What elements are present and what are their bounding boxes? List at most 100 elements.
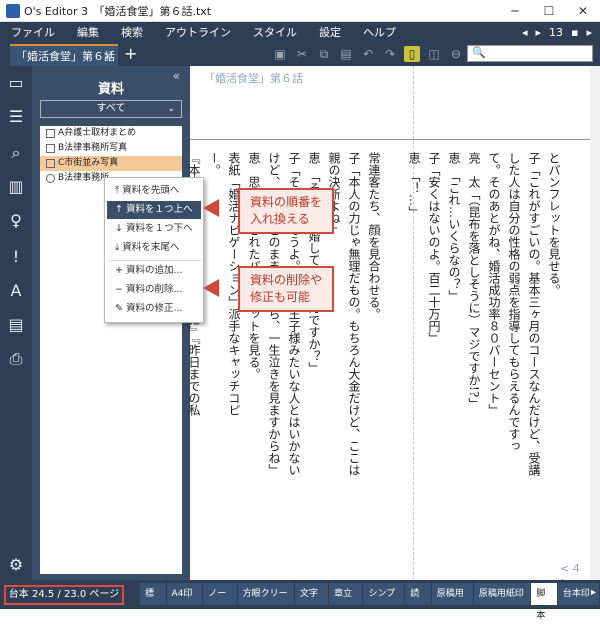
text-column: て。そのあとがね、婚活成功率８０パーセント」: [487, 152, 501, 416]
menu-item-move-last[interactable]: ⤓ 資料を末尾へ: [107, 239, 201, 257]
outline-icon[interactable]: ☰: [5, 106, 27, 128]
preset-tab[interactable]: 章立て: [329, 583, 364, 621]
list-item[interactable]: B法律事務所写真: [40, 141, 182, 156]
title-bar: O's Editor 3 「婚活食堂」第６話.txt ─ ☐ ✕: [0, 0, 600, 22]
pdf-icon[interactable]: ▤: [5, 314, 27, 336]
menu-item-add[interactable]: + 資料の追加...: [107, 262, 201, 280]
menu-item-move-first[interactable]: ⤒ 資料を先頭へ: [107, 182, 201, 200]
image-icon: [46, 144, 55, 153]
font-size-value: 13: [549, 25, 563, 39]
left-toolbar: ▭ ☰ ⌕ ▥ ♀ ! A ▤ ⎙ ⚙: [0, 66, 32, 580]
image-icon: [46, 159, 55, 168]
window-title: O's Editor 3 「婚活食堂」第６話.txt: [24, 4, 212, 18]
ruby-icon[interactable]: ▯: [404, 46, 420, 62]
settings-icon[interactable]: ⚙: [5, 554, 27, 576]
disabled-icon: ⊖: [450, 47, 462, 61]
menu-file[interactable]: ファイル: [0, 24, 66, 40]
document-icon: [46, 129, 55, 138]
text-column: 亮 太「（昆布を落としそうに）マジですか!?」: [467, 152, 481, 410]
document-header: 「婚活食堂」第６話: [204, 72, 303, 85]
tab-close-icon[interactable]: ✕: [104, 46, 113, 68]
callout-delete-edit: 資料の削除や 修正も可能: [238, 266, 335, 312]
filter-value: すべて: [96, 103, 126, 114]
font-size-icon[interactable]: A: [5, 280, 27, 302]
app-icon: [6, 3, 20, 18]
menu-settings[interactable]: 設定: [308, 24, 352, 40]
callout-arrow: [203, 279, 219, 297]
menu-bar: ファイル 編集 検索 アウトライン スタイル 設定 ヘルプ ◂ ▸ 13 ▪ ▸: [0, 22, 600, 42]
books-icon[interactable]: ▥: [5, 176, 27, 198]
preset-tab[interactable]: 文字数: [294, 583, 330, 621]
text-column: とパンフレットを見せる。: [547, 152, 561, 296]
preset-tab[interactable]: 読書: [405, 583, 432, 621]
color-icon[interactable]: ▪: [571, 26, 578, 39]
menu-outline[interactable]: アウトライン: [154, 24, 242, 40]
panel-title: 資料: [97, 82, 124, 97]
menu-item-edit[interactable]: ✎ 資料の修正...: [107, 300, 201, 318]
text-column: 子「本人の力じゃ無理だもの。もちろん大金だけど、ここは: [347, 152, 361, 476]
status-bar: 台本 24.5 / 23.0 ページ 標準 A4印刷 ノート 方眼クリーム 文字…: [0, 580, 600, 621]
preset-tab[interactable]: 標準: [140, 583, 167, 621]
text-column: 常連客たち、顔を見合わせる。: [367, 152, 381, 320]
page-count: 台本 24.5 / 23.0 ページ: [4, 585, 124, 605]
menu-item-move-up[interactable]: ↑ 資料を１つ上へ: [107, 201, 201, 219]
menu-style[interactable]: スタイル: [242, 24, 308, 40]
text-column: 恵 「これ…いくらなの？」: [447, 152, 461, 302]
search-icon: 🔍: [472, 46, 486, 59]
preset-tab[interactable]: A4印刷: [166, 583, 204, 621]
scroll-tabs-icon[interactable]: ▸: [591, 587, 596, 598]
text-column: ー。: [207, 152, 221, 176]
menu-item-delete[interactable]: − 資料の削除...: [107, 281, 201, 299]
tab-label: 「婚活食堂」第６話: [16, 50, 115, 63]
menu-edit[interactable]: 編集: [66, 24, 110, 40]
exclaim-icon[interactable]: !: [5, 246, 27, 268]
menu-item-move-down[interactable]: ↓ 資料を１つ下へ: [107, 220, 201, 238]
redo-icon[interactable]: ↷: [382, 46, 398, 62]
menu-separator: [109, 260, 201, 261]
figure-icon[interactable]: ♀: [5, 210, 27, 232]
paste-icon[interactable]: ▤: [338, 46, 354, 62]
folder-icon[interactable]: ▭: [5, 72, 27, 94]
text-column: 子「これがすごいの。基本三ヶ月のコースなんだけど、受講: [527, 152, 541, 476]
preset-tabs: 標準 A4印刷 ノート 方眼クリーム 文字数 章立て シンプル 読書 原稿用紙 …: [140, 583, 600, 621]
copy-icon[interactable]: ⧉: [316, 46, 332, 62]
save-icon[interactable]: ▣: [272, 46, 288, 62]
chevron-down-icon: ⌄: [167, 104, 175, 114]
context-menu: ⤒ 資料を先頭へ ↑ 資料を１つ上へ ↓ 資料を１つ下へ ⤓ 資料を末尾へ + …: [104, 177, 204, 323]
minimize-button[interactable]: ─: [498, 0, 532, 22]
editor-area[interactable]: 「婚活食堂」第６話 とパンフレットを見せる。 子「これがすごいの。基本三ヶ月のコー…: [187, 66, 590, 588]
menu-search[interactable]: 検索: [110, 24, 154, 40]
preset-tab[interactable]: ノート: [203, 583, 238, 621]
preset-tab[interactable]: 原稿用紙: [431, 583, 474, 621]
print-icon[interactable]: ⎙: [5, 348, 27, 370]
menu-help[interactable]: ヘルプ: [352, 24, 407, 40]
close-button[interactable]: ✕: [566, 0, 600, 22]
header-divider: [190, 139, 590, 140]
maximize-button[interactable]: ☐: [532, 0, 566, 22]
list-item-selected[interactable]: C市街並み写真: [40, 156, 182, 171]
preset-tab[interactable]: シンプル: [363, 583, 406, 621]
nav-forward-icon[interactable]: ▸: [535, 26, 541, 39]
reference-panel: « 資料 すべて ⌄ A弁護士取材まとめ B法律事務所写真 C市街並み写真 B法…: [32, 66, 190, 580]
filter-dropdown[interactable]: すべて ⌄: [40, 100, 182, 118]
text-column: した人は自分の性格の弱点を指導してもらえるんですっ: [507, 152, 521, 452]
callout-reorder: 資料の順番を 入れ換える: [238, 188, 335, 234]
preset-tab[interactable]: 方眼クリーム: [237, 583, 295, 621]
undo-icon[interactable]: ↶: [360, 46, 376, 62]
mark-icon[interactable]: ◫: [426, 46, 442, 62]
expand-icon[interactable]: ▸: [586, 26, 592, 39]
text-column: 子「安くはないのよ。百二十万円」: [427, 152, 441, 344]
tab-row: 「婚活食堂」第６話 ✕ + ▣ ✂ ⧉ ▤ ↶ ↷ ▯ ◫ ⊖ 🔍: [0, 42, 600, 66]
search-input[interactable]: 🔍: [467, 45, 593, 62]
search-icon[interactable]: ⌕: [5, 142, 27, 164]
scrollbar[interactable]: [590, 66, 600, 580]
preset-tab-active[interactable]: 脚本: [531, 583, 558, 621]
add-tab-icon[interactable]: +: [124, 44, 137, 64]
preset-tab[interactable]: 原稿用紙印刷: [473, 583, 532, 621]
callout-arrow: [203, 199, 219, 217]
text-column: 恵 「！…」: [407, 152, 421, 218]
cut-icon[interactable]: ✂: [294, 46, 310, 62]
nav-back-icon[interactable]: ◂: [522, 26, 528, 39]
list-item[interactable]: A弁護士取材まとめ: [40, 126, 182, 141]
tab-document[interactable]: 「婚活食堂」第６話 ✕: [10, 44, 118, 66]
